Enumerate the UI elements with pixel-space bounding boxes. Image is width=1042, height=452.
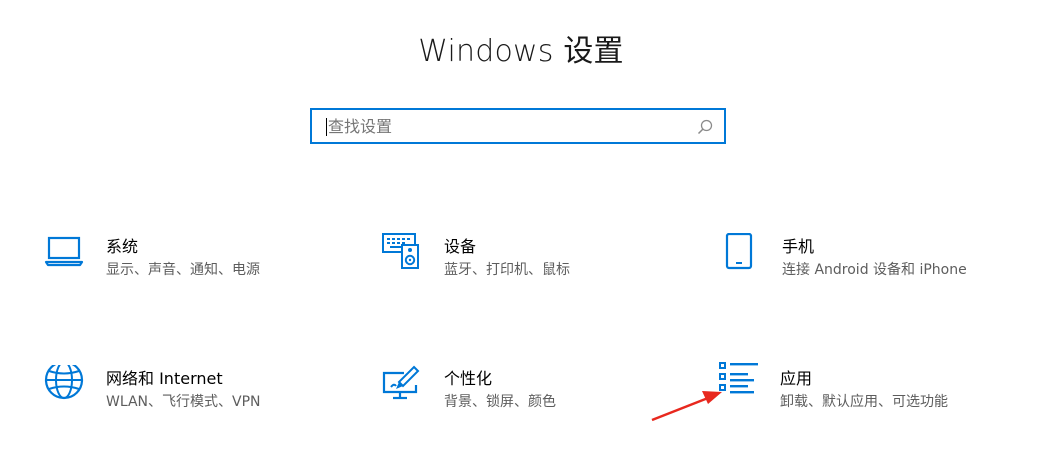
phone-icon [725, 233, 753, 270]
tile-devices[interactable]: 设备 蓝牙、打印机、鼠标 [382, 233, 682, 303]
search-input[interactable] [328, 113, 688, 139]
keyboard-speaker-icon [382, 233, 419, 269]
tile-subtitle: 显示、声音、通知、电源 [106, 262, 260, 278]
page-title: Windows 设置 [418, 34, 624, 69]
tile-network[interactable]: 网络和 Internet WLAN、飞行模式、VPN [44, 365, 344, 435]
tile-title: 个性化 [444, 369, 493, 388]
tile-title: 网络和 Internet [106, 369, 223, 388]
tile-subtitle: 背景、锁屏、颜色 [444, 394, 556, 410]
tile-subtitle: WLAN、飞行模式、VPN [106, 394, 261, 410]
tile-system[interactable]: 系统 显示、声音、通知、电源 [44, 233, 344, 303]
tile-apps[interactable]: 应用 卸载、默认应用、可选功能 [718, 362, 1018, 432]
laptop-icon [44, 236, 84, 267]
tile-title: 设备 [444, 237, 477, 256]
settings-home: Windows 设置 系统 显示、声音、通知、电源 [0, 0, 1042, 452]
globe-icon [44, 365, 84, 400]
tile-phone[interactable]: 手机 连接 Android 设备和 iPhone [720, 233, 1020, 303]
tile-title: 应用 [780, 369, 813, 388]
search-box[interactable] [310, 108, 726, 144]
tile-subtitle: 蓝牙、打印机、鼠标 [444, 262, 570, 278]
tile-title: 系统 [106, 237, 139, 256]
tile-subtitle: 连接 Android 设备和 iPhone [782, 262, 967, 278]
tile-title: 手机 [782, 237, 815, 256]
monitor-brush-icon [382, 365, 420, 400]
text-caret [326, 118, 327, 136]
tile-subtitle: 卸载、默认应用、可选功能 [780, 394, 948, 410]
tile-personalization[interactable]: 个性化 背景、锁屏、颜色 [382, 365, 682, 435]
apps-list-icon [719, 362, 758, 394]
search-icon[interactable] [696, 118, 714, 136]
